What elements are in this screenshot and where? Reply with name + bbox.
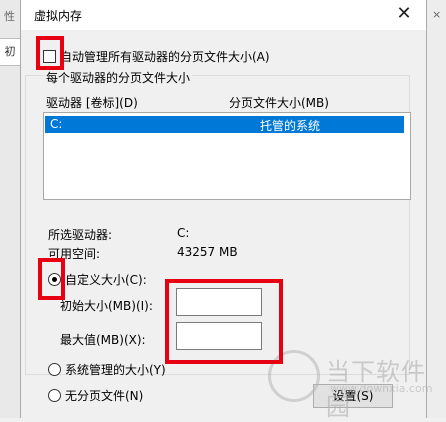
- column-header-drive: 驱动器 [卷标](D): [46, 96, 138, 110]
- max-size-label: 最大值(MB)(X):: [60, 333, 146, 347]
- window-title: 虚拟内存: [34, 9, 83, 23]
- system-managed-radio[interactable]: [48, 363, 61, 376]
- highlight-box-checkbox: [36, 36, 64, 70]
- watermark-url: www.downxia.com: [330, 382, 433, 395]
- list-item[interactable]: C: 托管的系统: [45, 116, 404, 133]
- list-item-drive: C:: [50, 117, 63, 131]
- highlight-box-radio: [38, 258, 65, 300]
- system-managed-label[interactable]: 系统管理的大小(Y): [65, 361, 166, 378]
- drive-list[interactable]: C: 托管的系统: [43, 112, 411, 200]
- initial-size-label: 初始大小(MB)(I):: [60, 299, 153, 313]
- selected-drive-label: 所选驱动器:: [48, 228, 113, 242]
- no-paging-radio[interactable]: [48, 389, 61, 402]
- no-paging-label[interactable]: 无分页文件(N): [65, 387, 143, 404]
- title-bar: 虚拟内存 ✕: [21, 0, 426, 30]
- column-header-size: 分页文件大小(MB): [229, 96, 329, 110]
- selected-drive-value: C:: [177, 226, 190, 240]
- auto-manage-label[interactable]: 自动管理所有驱动器的分页文件大小(A): [60, 48, 270, 65]
- list-item-size: 托管的系统: [260, 119, 321, 133]
- close-icon[interactable]: ✕: [392, 3, 416, 27]
- free-space-value: 43257 MB: [177, 245, 238, 259]
- custom-size-label[interactable]: 自定义大小(C):: [65, 271, 147, 288]
- highlight-box-inputs: [165, 279, 283, 364]
- background-tab: 初: [0, 38, 21, 66]
- groupbox-label: 每个驱动器的分页文件大小: [44, 69, 193, 86]
- background-window-text: 性: [4, 10, 15, 23]
- background-close-icon: ×: [432, 8, 442, 21]
